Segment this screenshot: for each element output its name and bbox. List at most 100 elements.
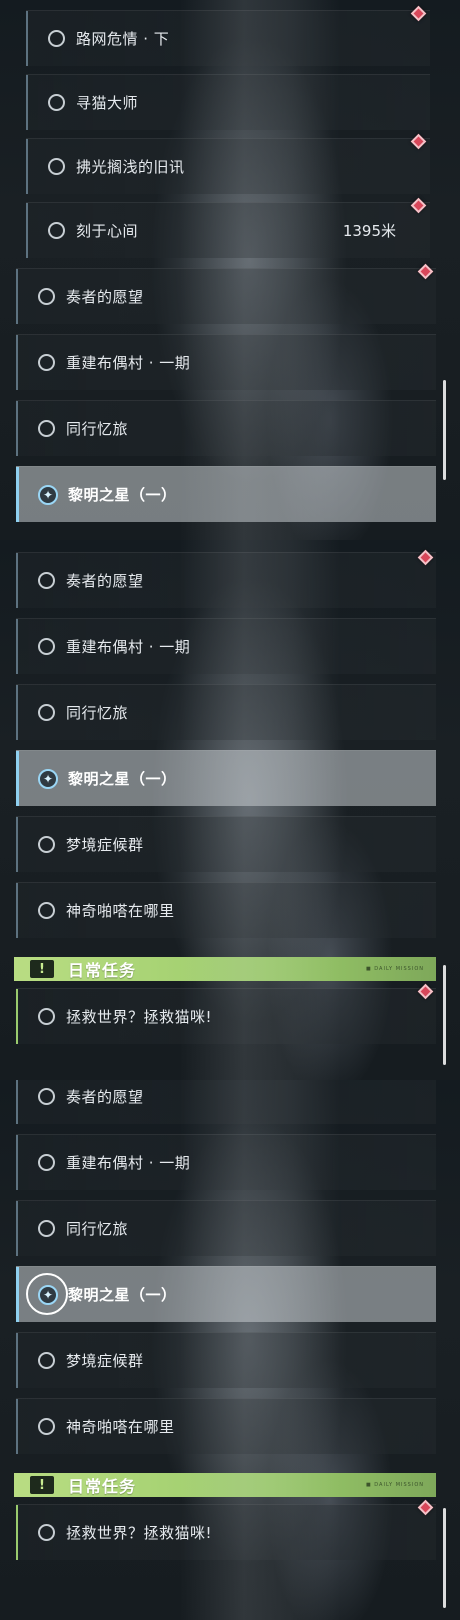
alert-icon: ! xyxy=(30,1476,54,1494)
quest-item[interactable]: 同行忆旅 xyxy=(16,1200,436,1256)
section-title: 日常任务 xyxy=(68,961,137,980)
quest-item-bar xyxy=(26,11,28,66)
quest-item-label: 黎明之星（一） xyxy=(68,770,177,788)
circle-icon xyxy=(38,420,55,437)
quest-item-label: 神奇啪嗒在哪里 xyxy=(66,1418,175,1436)
quest-item-label: 同行忆旅 xyxy=(66,704,129,722)
quest-item-bar xyxy=(16,1135,18,1190)
quest-item-label: 奏者的愿望 xyxy=(66,572,144,590)
quest-item[interactable]: 神奇啪嗒在哪里 xyxy=(16,1398,436,1454)
quest-item-label: 重建布偶村 · 一期 xyxy=(66,1154,191,1172)
daily-section-header[interactable]: ! 日常任务 ■ DAILY MISSION xyxy=(14,957,436,981)
quest-list-frame-1: 路网危情 · 下 寻猫大师 拂光搁浅的旧讯 刻于心间 1395米 奏者的愿望 重… xyxy=(0,0,460,540)
quest-item-label: 神奇啪嗒在哪里 xyxy=(66,902,175,920)
section-title: 日常任务 xyxy=(68,1477,137,1496)
quest-item-bar xyxy=(16,553,18,608)
circle-icon xyxy=(38,704,55,721)
circle-icon xyxy=(38,902,55,919)
quest-item-bar xyxy=(16,1505,18,1560)
circle-icon xyxy=(48,94,65,111)
quest-item[interactable]: 同行忆旅 xyxy=(16,684,436,740)
circle-icon xyxy=(38,1088,55,1105)
quest-item-label: 奏者的愿望 xyxy=(66,1088,144,1106)
quest-item-label: 刻于心间 xyxy=(76,222,139,240)
quest-item[interactable]: 拯救世界？拯救猫咪! xyxy=(16,1504,436,1560)
quest-item-label: 奏者的愿望 xyxy=(66,288,144,306)
circle-icon xyxy=(38,572,55,589)
quest-item-bar xyxy=(16,751,19,806)
quest-item-bar xyxy=(16,619,18,674)
quest-item-label: 拯救世界？拯救猫咪! xyxy=(66,1008,213,1026)
quest-item[interactable]: 梦境症候群 xyxy=(16,1332,436,1388)
quest-item-active[interactable]: ✦ 黎明之星（一） xyxy=(16,466,436,522)
quest-distance: 1395米 xyxy=(342,222,396,240)
quest-item[interactable]: 拯救世界？拯救猫咪! xyxy=(16,988,436,1044)
quest-item-bar xyxy=(16,269,18,324)
quest-item[interactable]: 奏者的愿望 xyxy=(16,1080,436,1124)
star-icon: ✦ xyxy=(38,484,58,505)
quest-item-bar xyxy=(16,989,18,1044)
quest-item-label: 同行忆旅 xyxy=(66,420,129,438)
circle-icon xyxy=(38,354,55,371)
quest-item-bar xyxy=(16,1267,19,1322)
circle-icon xyxy=(38,836,55,853)
quest-item[interactable]: 路网危情 · 下 xyxy=(26,10,430,66)
circle-icon xyxy=(38,1220,55,1237)
quest-item[interactable]: 奏者的愿望 xyxy=(16,268,436,324)
quest-item[interactable]: 梦境症候群 xyxy=(16,816,436,872)
circle-icon xyxy=(38,1524,55,1541)
quest-item[interactable]: 奏者的愿望 xyxy=(16,552,436,608)
circle-icon xyxy=(38,288,55,305)
quest-item[interactable]: 重建布偶村 · 一期 xyxy=(16,334,436,390)
quest-item[interactable]: 寻猫大师 xyxy=(26,74,430,130)
quest-item-bar xyxy=(16,1080,18,1124)
quest-item-active[interactable]: ✦ 黎明之星（一） xyxy=(16,750,436,806)
quest-item-label: 同行忆旅 xyxy=(66,1220,129,1238)
quest-item-label: 重建布偶村 · 一期 xyxy=(66,354,191,372)
quest-item[interactable]: 同行忆旅 xyxy=(16,400,436,456)
quest-item-label: 梦境症候群 xyxy=(66,836,144,854)
quest-item-label: 重建布偶村 · 一期 xyxy=(66,638,191,656)
quest-item[interactable]: 重建布偶村 · 一期 xyxy=(16,618,436,674)
circle-icon xyxy=(38,1352,55,1369)
quest-item-bar xyxy=(16,335,18,390)
circle-icon xyxy=(38,638,55,655)
quest-item-bar xyxy=(16,1399,18,1454)
circle-icon xyxy=(38,1008,55,1025)
quest-item-label: 黎明之星（一） xyxy=(68,486,177,504)
alert-icon: ! xyxy=(30,960,54,978)
quest-item-bar xyxy=(16,1333,18,1388)
section-tag: ■ DAILY MISSION xyxy=(365,1482,424,1488)
quest-item-label: 拂光搁浅的旧讯 xyxy=(76,158,185,176)
scrollbar[interactable] xyxy=(443,965,446,1065)
quest-item-bar xyxy=(16,467,19,522)
quest-list-frame-3: 奏者的愿望 重建布偶村 · 一期 同行忆旅 ✦ 黎明之星（一） 梦境症候群 神奇… xyxy=(0,1080,460,1620)
quest-item-active[interactable]: ✦ 黎明之星（一） xyxy=(16,1266,436,1322)
quest-item-bar xyxy=(16,685,18,740)
quest-item-bar xyxy=(26,203,28,258)
scrollbar[interactable] xyxy=(443,380,446,480)
quest-item[interactable]: 刻于心间 1395米 xyxy=(26,202,430,258)
quest-item-bar xyxy=(26,139,28,194)
quest-item-bar xyxy=(16,401,18,456)
quest-item-bar xyxy=(26,75,28,130)
scrollbar[interactable] xyxy=(443,1508,446,1608)
quest-item-bar xyxy=(16,1201,18,1256)
selection-ring-icon xyxy=(26,1273,68,1315)
circle-icon xyxy=(48,158,65,175)
quest-item-bar xyxy=(16,817,18,872)
quest-item-label: 寻猫大师 xyxy=(76,94,139,112)
circle-icon xyxy=(48,30,65,47)
quest-item[interactable]: 拂光搁浅的旧讯 xyxy=(26,138,430,194)
quest-item-label: 拯救世界？拯救猫咪! xyxy=(66,1524,213,1542)
circle-icon xyxy=(48,222,65,239)
quest-item-label: 梦境症候群 xyxy=(66,1352,144,1370)
star-icon: ✦ xyxy=(38,768,58,789)
quest-item[interactable]: 重建布偶村 · 一期 xyxy=(16,1134,436,1190)
quest-item-bar xyxy=(16,883,18,938)
daily-section-header[interactable]: ! 日常任务 ■ DAILY MISSION xyxy=(14,1473,436,1497)
quest-item[interactable]: 神奇啪嗒在哪里 xyxy=(16,882,436,938)
quest-item-label: 路网危情 · 下 xyxy=(76,30,170,48)
circle-icon xyxy=(38,1418,55,1435)
quest-item-label: 黎明之星（一） xyxy=(68,1286,177,1304)
